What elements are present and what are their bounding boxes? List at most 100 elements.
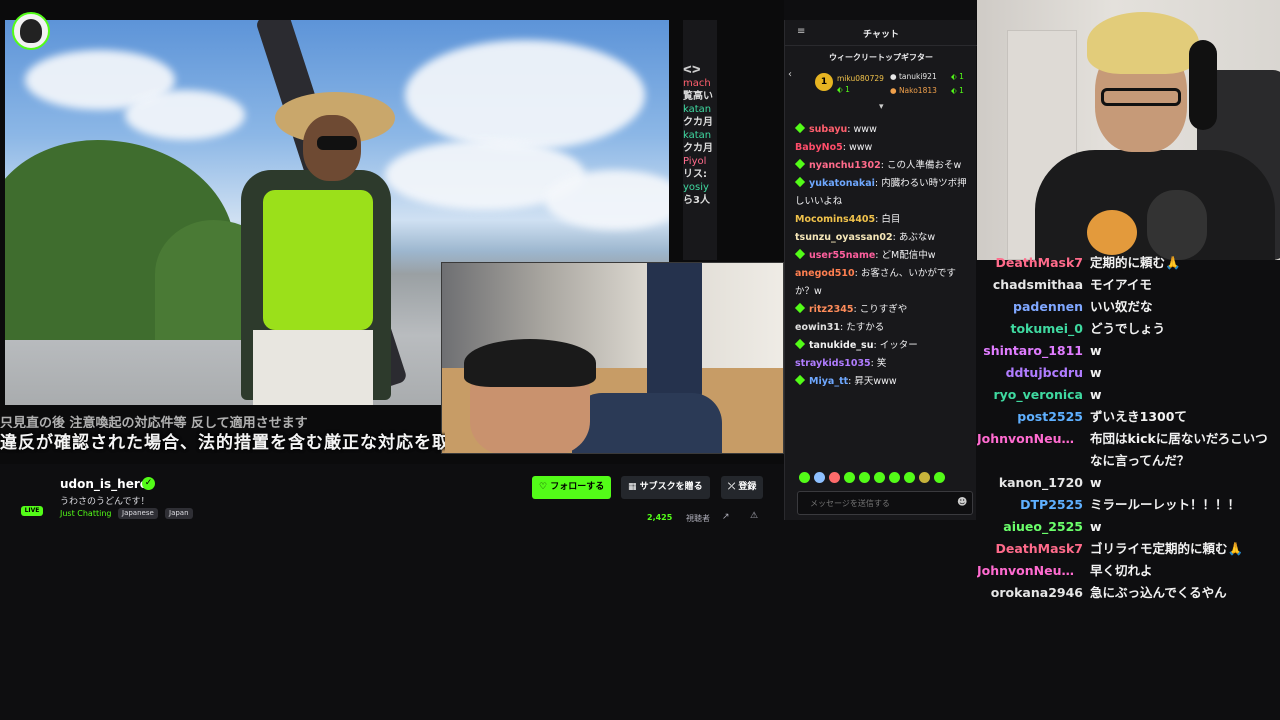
chat-username[interactable]: eowin31: [795, 322, 840, 333]
chat-text: 昇天www: [854, 376, 897, 387]
top-gifters-title: ウィークリートップギフター: [829, 53, 933, 62]
chat-username[interactable]: straykids1035: [795, 358, 871, 369]
overlay-chat-row: kanon_1720 w: [977, 472, 1280, 494]
chat-message: tanukide_su: イッター: [794, 337, 973, 355]
chat-text: www: [853, 124, 877, 135]
embedded-chat-line: mach: [683, 78, 711, 89]
subscriber-badge-icon: [794, 374, 806, 386]
gifter-name[interactable]: miku080729: [837, 74, 884, 83]
embedded-chat-line: ら3人: [683, 195, 710, 206]
video-player[interactable]: ᐸᐳ mach 覧高い katan クカ月 katan クカ月 Piyol リス: yosiy ら3…: [0, 0, 784, 464]
subscriber-badge-icon: [794, 338, 806, 350]
emote-icon[interactable]: [799, 472, 810, 483]
overlay-chat-row: ddtujbcdru w: [977, 362, 1280, 384]
report-icon[interactable]: ⚠: [750, 511, 758, 521]
overlay-chat-text: ミラールーレット！！！！: [1090, 497, 1241, 512]
stream-title: うわさのうどんです！: [60, 497, 150, 507]
gifter-name[interactable]: ● tanuki921: [890, 72, 937, 81]
chat-username[interactable]: tsunzu_oyassan02: [795, 232, 893, 243]
chat-username[interactable]: yukatonakai: [809, 178, 875, 189]
chat-username[interactable]: user55name: [809, 250, 875, 261]
emote-icon[interactable]: [859, 472, 870, 483]
channel-avatar[interactable]: [12, 12, 50, 50]
overlay-chat-text: w: [1090, 387, 1102, 402]
gifter-name[interactable]: ● Nako1813: [890, 86, 937, 95]
chat-username[interactable]: subayu: [809, 124, 847, 135]
chat-header: ≡ チャット: [785, 20, 977, 46]
viewer-label: 視聴者: [686, 514, 710, 523]
overlay-chat-row: aiueo_2525 w: [977, 516, 1280, 538]
emote-icon[interactable]: [889, 472, 900, 483]
overlay-chat-row: chadsmithaa モイアイモ: [977, 274, 1280, 296]
overlay-chat-text: ゴリライモ定期的に頼む🙏: [1090, 541, 1244, 556]
overlay-chat-text: w: [1090, 475, 1102, 490]
overlay-chat-username: kanon_1720: [998, 475, 1083, 490]
emote-icon[interactable]: [874, 472, 885, 483]
chat-text: 笑: [876, 358, 887, 369]
chat-username[interactable]: tanukide_su: [809, 340, 873, 351]
overlay-chat: DeathMask7 定期的に頼む🙏 chadsmithaa モイアイモ padenne…: [977, 252, 1280, 612]
overlay-chat-username: orokana2946: [990, 585, 1083, 600]
chat-message: BabyNo5: www: [795, 139, 973, 157]
chat-message: Miya_tt: 昇天www: [794, 373, 973, 391]
embedded-chat-strip: ᐸᐳ mach 覧高い katan クカ月 katan クカ月 Piyol リス: yosiy ら3…: [683, 20, 717, 260]
overlay-chat-text: いい奴だな: [1090, 299, 1153, 314]
expand-gifters-icon[interactable]: ▾: [879, 102, 884, 112]
emote-icon[interactable]: [904, 472, 915, 483]
subscriber-badge-icon: [794, 248, 806, 260]
chat-username[interactable]: anegod510: [795, 268, 855, 279]
overlay-chat-username: JohnvonNeuma...: [977, 563, 1090, 578]
tag-japan[interactable]: Japan: [165, 508, 193, 519]
overlay-chat-row: ryo_veronica w: [977, 384, 1280, 406]
overlay-chat-username: DeathMask7: [995, 541, 1084, 556]
embedded-chat-line: リス:: [683, 169, 707, 180]
gifter-count: ⬖ 1: [951, 72, 964, 81]
chat-username[interactable]: ritz2345: [809, 304, 853, 315]
overlay-chat-text: 早く切れよ: [1090, 563, 1153, 578]
chat-text: どM配信中w: [881, 250, 936, 261]
chevron-left-icon[interactable]: ‹: [788, 69, 792, 80]
gifter-count: ⬖ 1: [951, 86, 964, 95]
webcam-feed: [977, 0, 1280, 260]
chat-text: www: [848, 142, 873, 153]
follow-button[interactable]: ♡ フォローする: [532, 476, 612, 499]
overlay-chat-row: JohnvonNeuma... 布団はkickに居ないだろこいつなに言ってんだ？: [977, 428, 1280, 472]
overlay-chat-username: JohnvonNeuma...: [977, 431, 1090, 446]
gift-sub-button[interactable]: ▦ サブスクを贈る: [621, 476, 710, 499]
embedded-chat-line: 覧高い: [683, 91, 713, 102]
chat-text: 白目: [881, 214, 901, 225]
emote-icon[interactable]: [934, 472, 945, 483]
embedded-chat-line: ᐸᐳ: [683, 65, 701, 76]
tag-japanese[interactable]: Japanese: [118, 508, 158, 519]
chat-message: ritz2345: こりすぎや: [794, 301, 973, 319]
emote-bar: [799, 472, 974, 486]
overlay-chat-text: w: [1090, 343, 1102, 358]
overlay-video-feed: [441, 262, 784, 454]
channel-name[interactable]: udon_is_here: [60, 477, 148, 491]
category-link[interactable]: Just Chatting: [60, 509, 111, 518]
chat-username[interactable]: Mocomins4405: [795, 214, 875, 225]
share-icon[interactable]: ↗: [722, 512, 730, 522]
overlay-chat-row: padennen いい奴だな: [977, 296, 1280, 318]
subscribe-button[interactable]: ⤫ 登録: [721, 476, 764, 499]
chat-username[interactable]: Miya_tt: [809, 376, 848, 387]
overlay-chat-username: chadsmithaa: [992, 277, 1083, 292]
emote-icon[interactable]: [829, 472, 840, 483]
chat-message-input[interactable]: [797, 491, 973, 515]
overlay-chat-username: DeathMask7: [995, 255, 1084, 270]
embedded-chat-line: yosiy: [683, 182, 709, 193]
emote-icon[interactable]: [814, 472, 825, 483]
emoji-picker-icon[interactable]: ☻: [957, 497, 967, 508]
chat-username[interactable]: nyanchu1302: [809, 160, 881, 171]
overlay-chat-row: DeathMask7 定期的に頼む🙏: [977, 252, 1280, 274]
emote-icon[interactable]: [919, 472, 930, 483]
verified-icon: ✓: [142, 477, 155, 490]
embedded-chat-line: Piyol: [683, 156, 707, 167]
emote-icon[interactable]: [844, 472, 855, 483]
overlay-chat-username: padennen: [1013, 299, 1083, 314]
embedded-chat-line: katan: [683, 130, 712, 141]
overlay-chat-text: w: [1090, 519, 1102, 534]
subscriber-badge-icon: [794, 122, 806, 134]
stream-layout: ᐸᐳ mach 覧高い katan クカ月 katan クカ月 Piyol リス: yosiy ら3…: [0, 0, 1280, 720]
chat-username[interactable]: BabyNo5: [795, 142, 843, 153]
